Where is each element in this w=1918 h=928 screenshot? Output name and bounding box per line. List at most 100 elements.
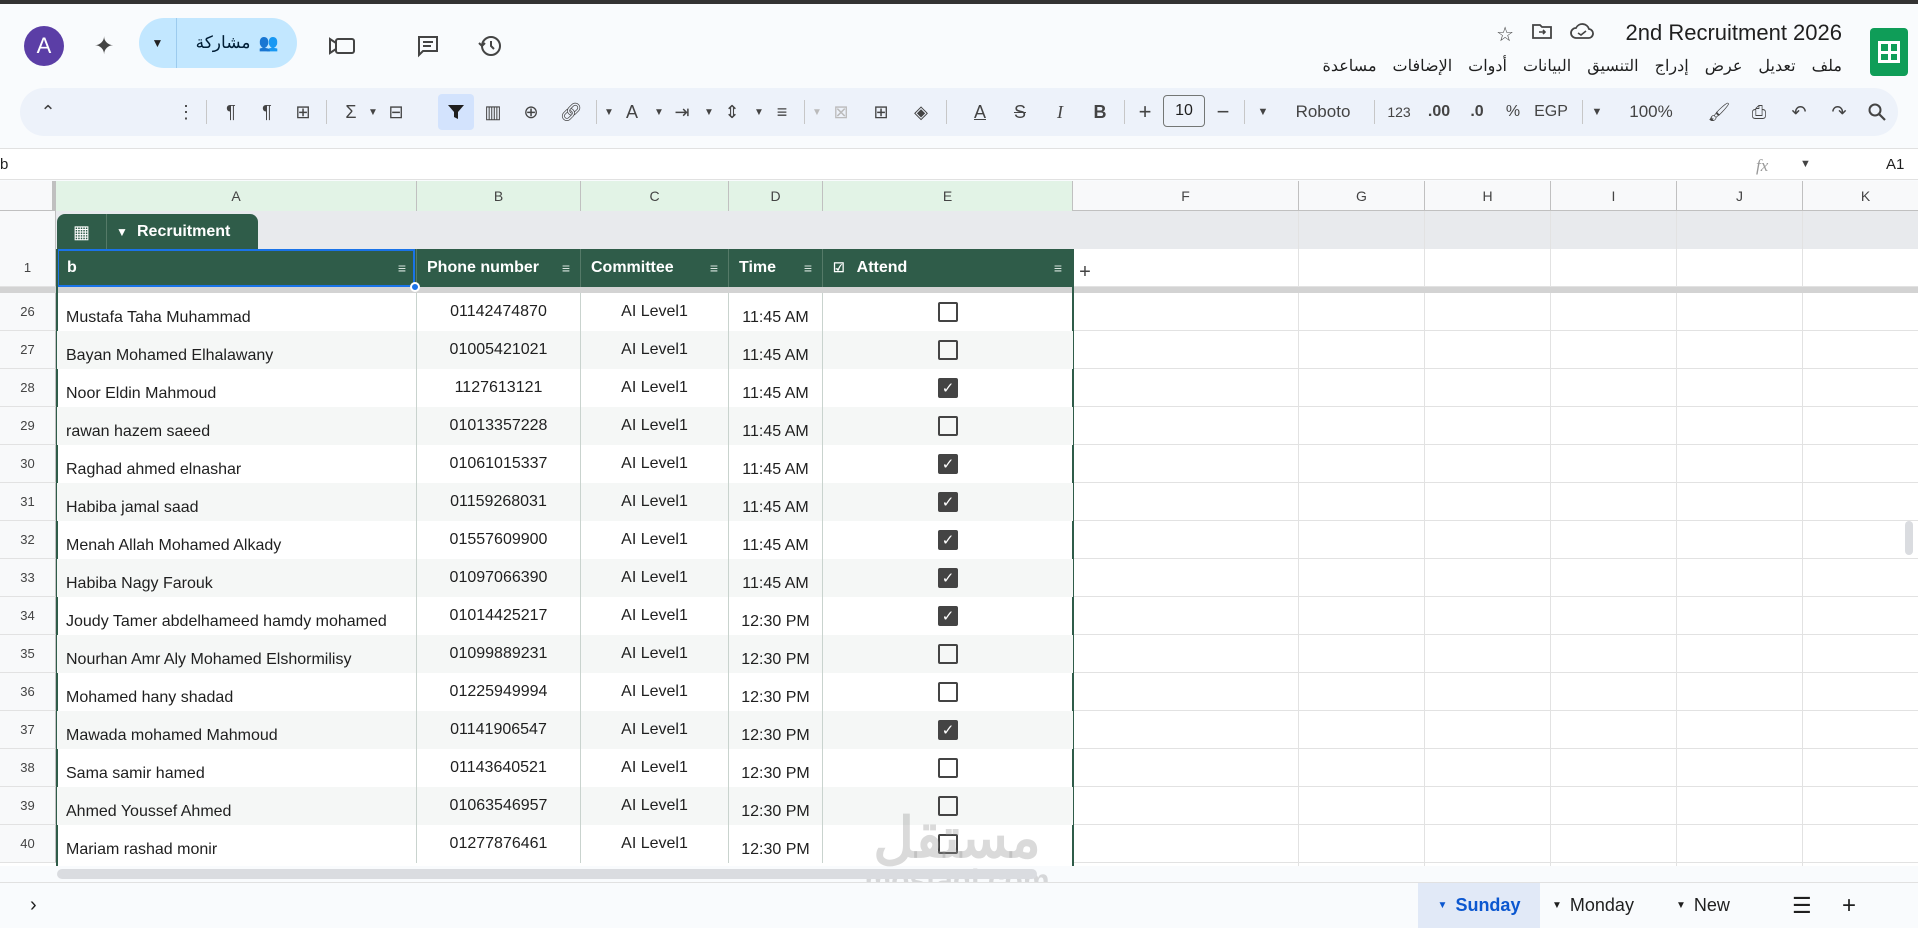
- cell-phone[interactable]: 01013357228: [417, 407, 581, 445]
- all-sheets-icon[interactable]: ☰: [1780, 883, 1824, 928]
- column-header-f[interactable]: F: [1073, 181, 1299, 211]
- decrease-decimals-button[interactable]: .0: [1460, 88, 1494, 136]
- cell-attend[interactable]: ✓: [823, 369, 1073, 407]
- text-rotation-icon[interactable]: A: [618, 88, 646, 136]
- cell-time[interactable]: 12:30 PM: [729, 787, 823, 825]
- row-header[interactable]: 36: [0, 673, 56, 711]
- menu-view[interactable]: عرض: [1705, 56, 1743, 76]
- row-header[interactable]: 31: [0, 483, 56, 521]
- cell-phone[interactable]: 01063546957: [417, 787, 581, 825]
- cell-attend[interactable]: [823, 331, 1073, 369]
- percent-button[interactable]: %: [1500, 88, 1526, 136]
- cell-committee[interactable]: AI Level1: [581, 407, 729, 445]
- sheet-tab-monday[interactable]: ▼ Monday: [1540, 883, 1646, 928]
- checkbox-unchecked[interactable]: [938, 340, 958, 360]
- row-header[interactable]: 26: [0, 293, 56, 331]
- cell-name[interactable]: Joudy Tamer abdelhameed hamdy mohamed: [57, 597, 417, 635]
- cell-phone[interactable]: 01097066390: [417, 559, 581, 597]
- cell-time[interactable]: 12:30 PM: [729, 635, 823, 673]
- menu-extensions[interactable]: الإضافات: [1393, 56, 1453, 76]
- undo-icon[interactable]: ↶: [1784, 88, 1814, 136]
- horizontal-align-dropdown-icon[interactable]: ▼: [752, 88, 766, 136]
- bold-icon[interactable]: B: [1086, 88, 1114, 136]
- cell-name[interactable]: Mariam rashad monir: [57, 825, 417, 863]
- increase-decimals-button[interactable]: .00: [1422, 88, 1456, 136]
- cell-attend[interactable]: ✓: [823, 711, 1073, 749]
- cell-name[interactable]: Noor Eldin Mahmoud: [57, 369, 417, 407]
- formula-content[interactable]: b: [0, 156, 8, 173]
- cell-committee[interactable]: AI Level1: [581, 293, 729, 331]
- sheet-tab-dropdown-icon[interactable]: ▼: [1552, 900, 1562, 911]
- checkbox-unchecked[interactable]: [938, 682, 958, 702]
- cell-committee[interactable]: AI Level1: [581, 559, 729, 597]
- sheet-tab-sunday[interactable]: ▼ Sunday: [1418, 883, 1540, 928]
- header-committee[interactable]: Committee ≡: [581, 249, 729, 287]
- cell-time[interactable]: 12:30 PM: [729, 673, 823, 711]
- text-wrap-dropdown-icon[interactable]: ▼: [652, 88, 666, 136]
- cell-committee[interactable]: AI Level1: [581, 597, 729, 635]
- column-header-b[interactable]: B: [417, 181, 581, 211]
- functions-icon[interactable]: Σ: [336, 88, 366, 136]
- cell-name[interactable]: Mawada mohamed Mahmoud: [57, 711, 417, 749]
- cell-attend[interactable]: [823, 635, 1073, 673]
- row-header[interactable]: 28: [0, 369, 56, 407]
- column-header-a[interactable]: A: [56, 181, 417, 211]
- comments-icon[interactable]: [410, 28, 446, 64]
- sheet-tab-new[interactable]: ▼ New: [1664, 883, 1742, 928]
- checkbox-checked[interactable]: ✓: [938, 568, 958, 588]
- cell-phone[interactable]: 01159268031: [417, 483, 581, 521]
- cell-committee[interactable]: AI Level1: [581, 711, 729, 749]
- functions-dropdown-icon[interactable]: ▼: [366, 88, 380, 136]
- borders-icon[interactable]: ⊞: [866, 88, 896, 136]
- cell-name[interactable]: Bayan Mohamed Elhalawany: [57, 331, 417, 369]
- gemini-sparkle-icon[interactable]: ✦: [86, 28, 122, 64]
- cell-time[interactable]: 12:30 PM: [729, 749, 823, 787]
- cell-time[interactable]: 11:45 AM: [729, 369, 823, 407]
- header-attend[interactable]: ☑ Attend ≡: [823, 249, 1073, 287]
- checkbox-unchecked[interactable]: [938, 302, 958, 322]
- zoom-dropdown-icon[interactable]: ▼: [1588, 88, 1606, 136]
- meet-video-icon[interactable]: [325, 28, 361, 64]
- fill-color-icon[interactable]: ◈: [906, 88, 936, 136]
- cell-phone[interactable]: 01225949994: [417, 673, 581, 711]
- number-format-button[interactable]: 123: [1382, 88, 1416, 136]
- vertical-align-dropdown-icon[interactable]: ▼: [702, 88, 716, 136]
- checkbox-checked[interactable]: ✓: [938, 378, 958, 398]
- star-icon[interactable]: ☆: [1496, 22, 1514, 47]
- menu-edit[interactable]: تعديل: [1758, 56, 1795, 76]
- version-history-icon[interactable]: [472, 28, 508, 64]
- pivot-table-icon[interactable]: ⊞: [288, 88, 318, 136]
- header-time[interactable]: Time ≡: [729, 249, 823, 287]
- merge-cells-icon[interactable]: ⊠: [826, 88, 856, 136]
- rtl-icon[interactable]: ¶: [216, 88, 246, 136]
- horizontal-align-icon[interactable]: ≡: [768, 88, 796, 136]
- cell-time[interactable]: 12:30 PM: [729, 825, 823, 863]
- cell-phone[interactable]: 01142474870: [417, 293, 581, 331]
- cell-phone[interactable]: 01014425217: [417, 597, 581, 635]
- cell-committee[interactable]: AI Level1: [581, 749, 729, 787]
- ltr-icon[interactable]: ¶: [252, 88, 282, 136]
- cell-attend[interactable]: ✓: [823, 597, 1073, 635]
- cell-attend[interactable]: [823, 749, 1073, 787]
- move-folder-icon[interactable]: [1532, 22, 1552, 47]
- collapse-menus-icon[interactable]: ⌃: [34, 88, 62, 136]
- account-avatar[interactable]: A: [24, 26, 64, 66]
- more-options-icon[interactable]: ⋮: [176, 88, 196, 136]
- cloud-saved-icon[interactable]: [1570, 22, 1594, 47]
- cell-name[interactable]: Raghad ahmed elnashar: [57, 445, 417, 483]
- checkbox-unchecked[interactable]: [938, 758, 958, 778]
- column-header-e[interactable]: E: [823, 181, 1073, 211]
- vertical-align-icon[interactable]: ⇕: [718, 88, 746, 136]
- name-box-dropdown-icon[interactable]: ▼: [1800, 158, 1811, 170]
- merge-dropdown-icon[interactable]: ▼: [810, 88, 824, 136]
- text-color-icon[interactable]: A: [966, 88, 994, 136]
- cell-time[interactable]: 11:45 AM: [729, 521, 823, 559]
- add-column-icon[interactable]: +: [1074, 261, 1096, 283]
- menu-tools[interactable]: أدوات: [1468, 56, 1507, 76]
- document-title[interactable]: 2nd Recruitment 2026: [1626, 20, 1842, 46]
- cell-time[interactable]: 11:45 AM: [729, 445, 823, 483]
- row-header[interactable]: 34: [0, 597, 56, 635]
- checkbox-unchecked[interactable]: [938, 644, 958, 664]
- cell-phone[interactable]: 01061015337: [417, 445, 581, 483]
- paint-format-icon[interactable]: 🖌︎: [1704, 88, 1734, 136]
